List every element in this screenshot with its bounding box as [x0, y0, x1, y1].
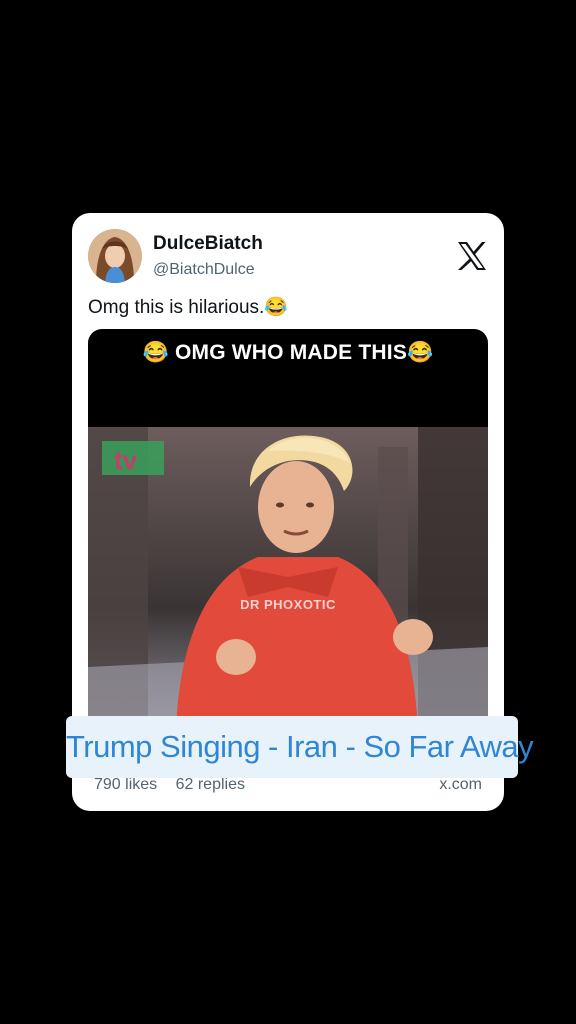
svg-text:tv: tv [114, 445, 138, 475]
screen: DulceBiatch @BiatchDulce Omg this is hil… [0, 0, 576, 1024]
display-name[interactable]: DulceBiatch [153, 233, 263, 255]
tweet-stats: 790 likes 62 replies [94, 776, 259, 794]
media-watermark: DR PHOXOTIC [240, 597, 336, 612]
replies-count[interactable]: 62 replies [176, 776, 245, 793]
source-link[interactable]: x.com [439, 776, 482, 794]
tweet-media[interactable]: 😂 OMG WHO MADE THIS😂 tv DR PHOXOTIC [88, 329, 488, 729]
media-caption: 😂 OMG WHO MADE THIS😂 [142, 341, 434, 364]
title-banner: Trump Singing - Iran - So Far Away [66, 716, 534, 778]
likes-count[interactable]: 790 likes [94, 776, 157, 793]
tweet-text: Omg this is hilarious.😂 [88, 297, 288, 318]
x-logo-icon[interactable] [456, 241, 488, 271]
video-frame[interactable]: tv [88, 427, 488, 729]
user-handle[interactable]: @BiatchDulce [153, 261, 255, 279]
avatar[interactable] [88, 229, 142, 283]
